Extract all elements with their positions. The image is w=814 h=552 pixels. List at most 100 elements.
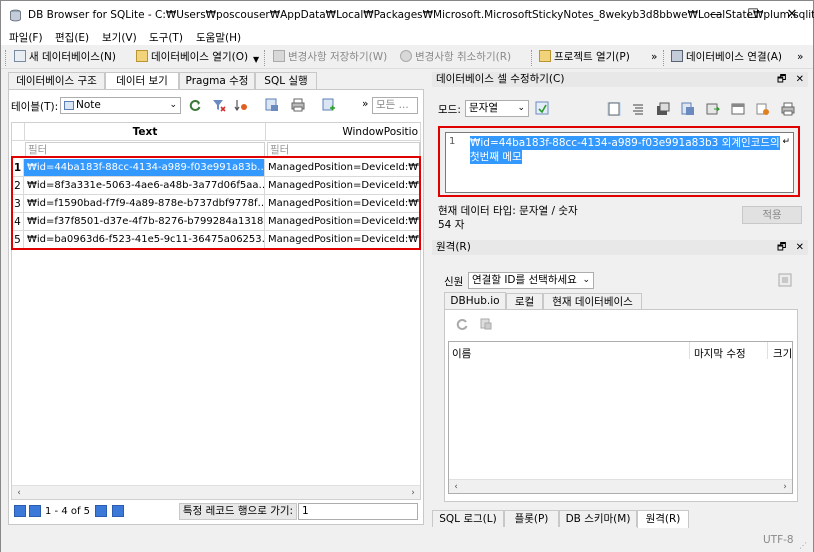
new-database-icon (14, 50, 26, 62)
database-app-icon (10, 9, 21, 22)
menu-help[interactable]: 도움말(H) (196, 30, 241, 45)
scroll-right-icon[interactable]: › (406, 486, 420, 500)
menu-file[interactable]: 파일(F) (9, 30, 43, 45)
open-project-button[interactable]: 프로젝트 열기(P) (539, 49, 630, 66)
tab-local[interactable]: 로컬 (506, 293, 543, 310)
clear-sort-icon[interactable] (234, 98, 248, 112)
identity-select[interactable]: 연결할 ID를 선택하세요 ⌄ (468, 272, 594, 289)
write-changes-button[interactable]: 변경사항 저장하기(W) (273, 49, 387, 66)
app-window: DB Browser for SQLite - C:₩Users₩poscous… (0, 0, 814, 552)
tab-browse-data[interactable]: 데이터 보기 (105, 72, 179, 90)
column-header-last-modified[interactable]: 마지막 수정 (694, 346, 746, 361)
menu-view[interactable]: 보기(V) (102, 30, 137, 45)
clear-filters-icon[interactable] (212, 98, 226, 112)
open-database-button[interactable]: 데이터베이스 열기(O) (136, 49, 248, 66)
column-header-size[interactable]: 크기 (773, 346, 792, 361)
close-panel-icon[interactable]: ✕ (796, 74, 804, 85)
new-database-button[interactable]: 새 데이터베이스(N) (14, 49, 116, 66)
column-header-name[interactable]: 이름 (452, 346, 471, 361)
chevron-down-icon: ⌄ (582, 275, 590, 285)
chevron-down-icon: ⌄ (169, 100, 177, 110)
highlight-rows-box (11, 156, 421, 250)
set-null-icon[interactable] (706, 102, 720, 116)
panel-controls: 🗗 ✕ (777, 72, 804, 87)
print-icon[interactable] (291, 98, 305, 112)
close-window-button[interactable]: ✕ (777, 3, 807, 27)
title-bar: DB Browser for SQLite - C:₩Users₩poscous… (1, 1, 814, 30)
last-record-button[interactable] (112, 505, 124, 517)
tab-db-schema[interactable]: DB 스키마(M) (559, 510, 637, 527)
column-header-text[interactable]: Text (25, 123, 266, 141)
tab-current-database[interactable]: 현재 데이터베이스 (543, 293, 642, 310)
previous-record-button[interactable] (29, 505, 41, 517)
menu-bar: 파일(F) 편집(E) 보기(V) 도구(T) 도움말(H) (1, 30, 813, 45)
edit-cell-panel-title: 데이터베이스 셀 수정하기(C) (436, 73, 565, 85)
clear-cell-icon[interactable] (756, 102, 770, 116)
revert-changes-button[interactable]: 변경사항 취소하기(R) (400, 49, 511, 66)
refresh-icon[interactable] (188, 98, 202, 112)
status-bar: UTF-8 ⋰ (1, 528, 813, 552)
auto-switch-icon[interactable] (535, 101, 549, 115)
browse-toolbar-overflow[interactable]: » (362, 98, 368, 110)
remote-file-list[interactable]: 이름 마지막 수정 크기 ‹ › (448, 341, 793, 494)
word-wrap-icon[interactable] (607, 102, 621, 116)
mode-label: 모드: (438, 104, 461, 116)
scroll-right-icon[interactable]: › (778, 480, 792, 494)
float-panel-icon[interactable]: 🗗 (777, 242, 786, 253)
insert-record-icon[interactable] (322, 98, 336, 112)
tab-plot[interactable]: 플롯(P) (504, 510, 559, 527)
menu-tools[interactable]: 도구(T) (149, 30, 183, 45)
first-record-button[interactable] (14, 505, 26, 517)
tab-edit-pragmas[interactable]: Pragma 수정 (179, 72, 255, 89)
clone-icon[interactable] (479, 317, 493, 331)
import-icon[interactable] (656, 102, 670, 116)
browse-toolbar: 테이블(T): Note ⌄ » 모든 ... (9, 90, 423, 122)
toolbar-grip (663, 50, 666, 66)
save-filter-icon[interactable] (265, 98, 279, 112)
tab-sql-log[interactable]: SQL 로그(L) (432, 510, 504, 527)
project-icon (539, 50, 551, 62)
identity-settings-icon[interactable] (778, 273, 792, 287)
next-record-button[interactable] (95, 505, 107, 517)
toolbar-overflow-2[interactable]: » (797, 49, 803, 66)
menu-edit[interactable]: 편집(E) (55, 30, 89, 45)
open-database-dropdown-icon[interactable]: ▼ (253, 55, 259, 64)
attach-database-button[interactable]: 데이터베이스 연결(A) (671, 49, 782, 66)
resize-grip-icon[interactable]: ⋰ (799, 541, 807, 550)
corner-header[interactable] (12, 123, 25, 141)
attach-database-icon (671, 50, 683, 62)
window-icon[interactable] (731, 102, 745, 116)
minimize-button[interactable]: — (701, 3, 731, 27)
refresh-remote-icon[interactable] (455, 317, 469, 331)
toolbar-grip[interactable] (5, 50, 8, 66)
close-panel-icon[interactable]: ✕ (796, 242, 804, 253)
maximize-button[interactable]: ☐ (738, 3, 768, 27)
tab-database-structure[interactable]: 데이터베이스 구조 (8, 72, 105, 89)
table-label: 테이블(T): (11, 101, 59, 113)
main-toolbar: 새 데이터베이스(N) 데이터베이스 열기(O) ▼ 변경사항 저장하기(W) … (1, 46, 813, 69)
mode-select[interactable]: 문자열 ⌄ (465, 100, 529, 117)
chevron-down-icon: ⌄ (517, 103, 525, 113)
scroll-left-icon[interactable]: ‹ (449, 480, 463, 494)
record-navigation: 1 - 4 of 5 특정 레코드 행으로 가기: 1 (9, 500, 423, 524)
tab-dbhub[interactable]: DBHub.io (444, 292, 506, 310)
format-icon[interactable] (631, 102, 645, 116)
column-header-windowposition[interactable]: WindowPositio (266, 123, 421, 141)
scroll-left-icon[interactable]: ‹ (12, 486, 26, 500)
filter-all-input[interactable]: 모든 ... (372, 97, 418, 114)
float-panel-icon[interactable]: 🗗 (777, 74, 786, 85)
grid-horizontal-scrollbar[interactable]: ‹ › (12, 485, 420, 499)
goto-record-button[interactable]: 특정 레코드 행으로 가기: (179, 503, 297, 520)
export-icon[interactable] (681, 102, 695, 116)
remote-horizontal-scrollbar[interactable]: ‹ › (449, 479, 792, 493)
save-icon (273, 50, 285, 62)
table-select[interactable]: Note ⌄ (60, 97, 181, 114)
browse-data-panel: 테이블(T): Note ⌄ » 모든 ... Text WindowPosit… (8, 89, 424, 525)
tab-execute-sql[interactable]: SQL 실행 (255, 72, 317, 89)
record-info: 1 - 4 of 5 (45, 506, 91, 517)
tab-remote[interactable]: 원격(R) (637, 510, 689, 528)
apply-button[interactable]: 적용 (742, 206, 802, 224)
toolbar-overflow-1[interactable]: » (651, 49, 657, 66)
goto-record-input[interactable]: 1 (298, 503, 418, 520)
print-cell-icon[interactable] (781, 102, 795, 116)
